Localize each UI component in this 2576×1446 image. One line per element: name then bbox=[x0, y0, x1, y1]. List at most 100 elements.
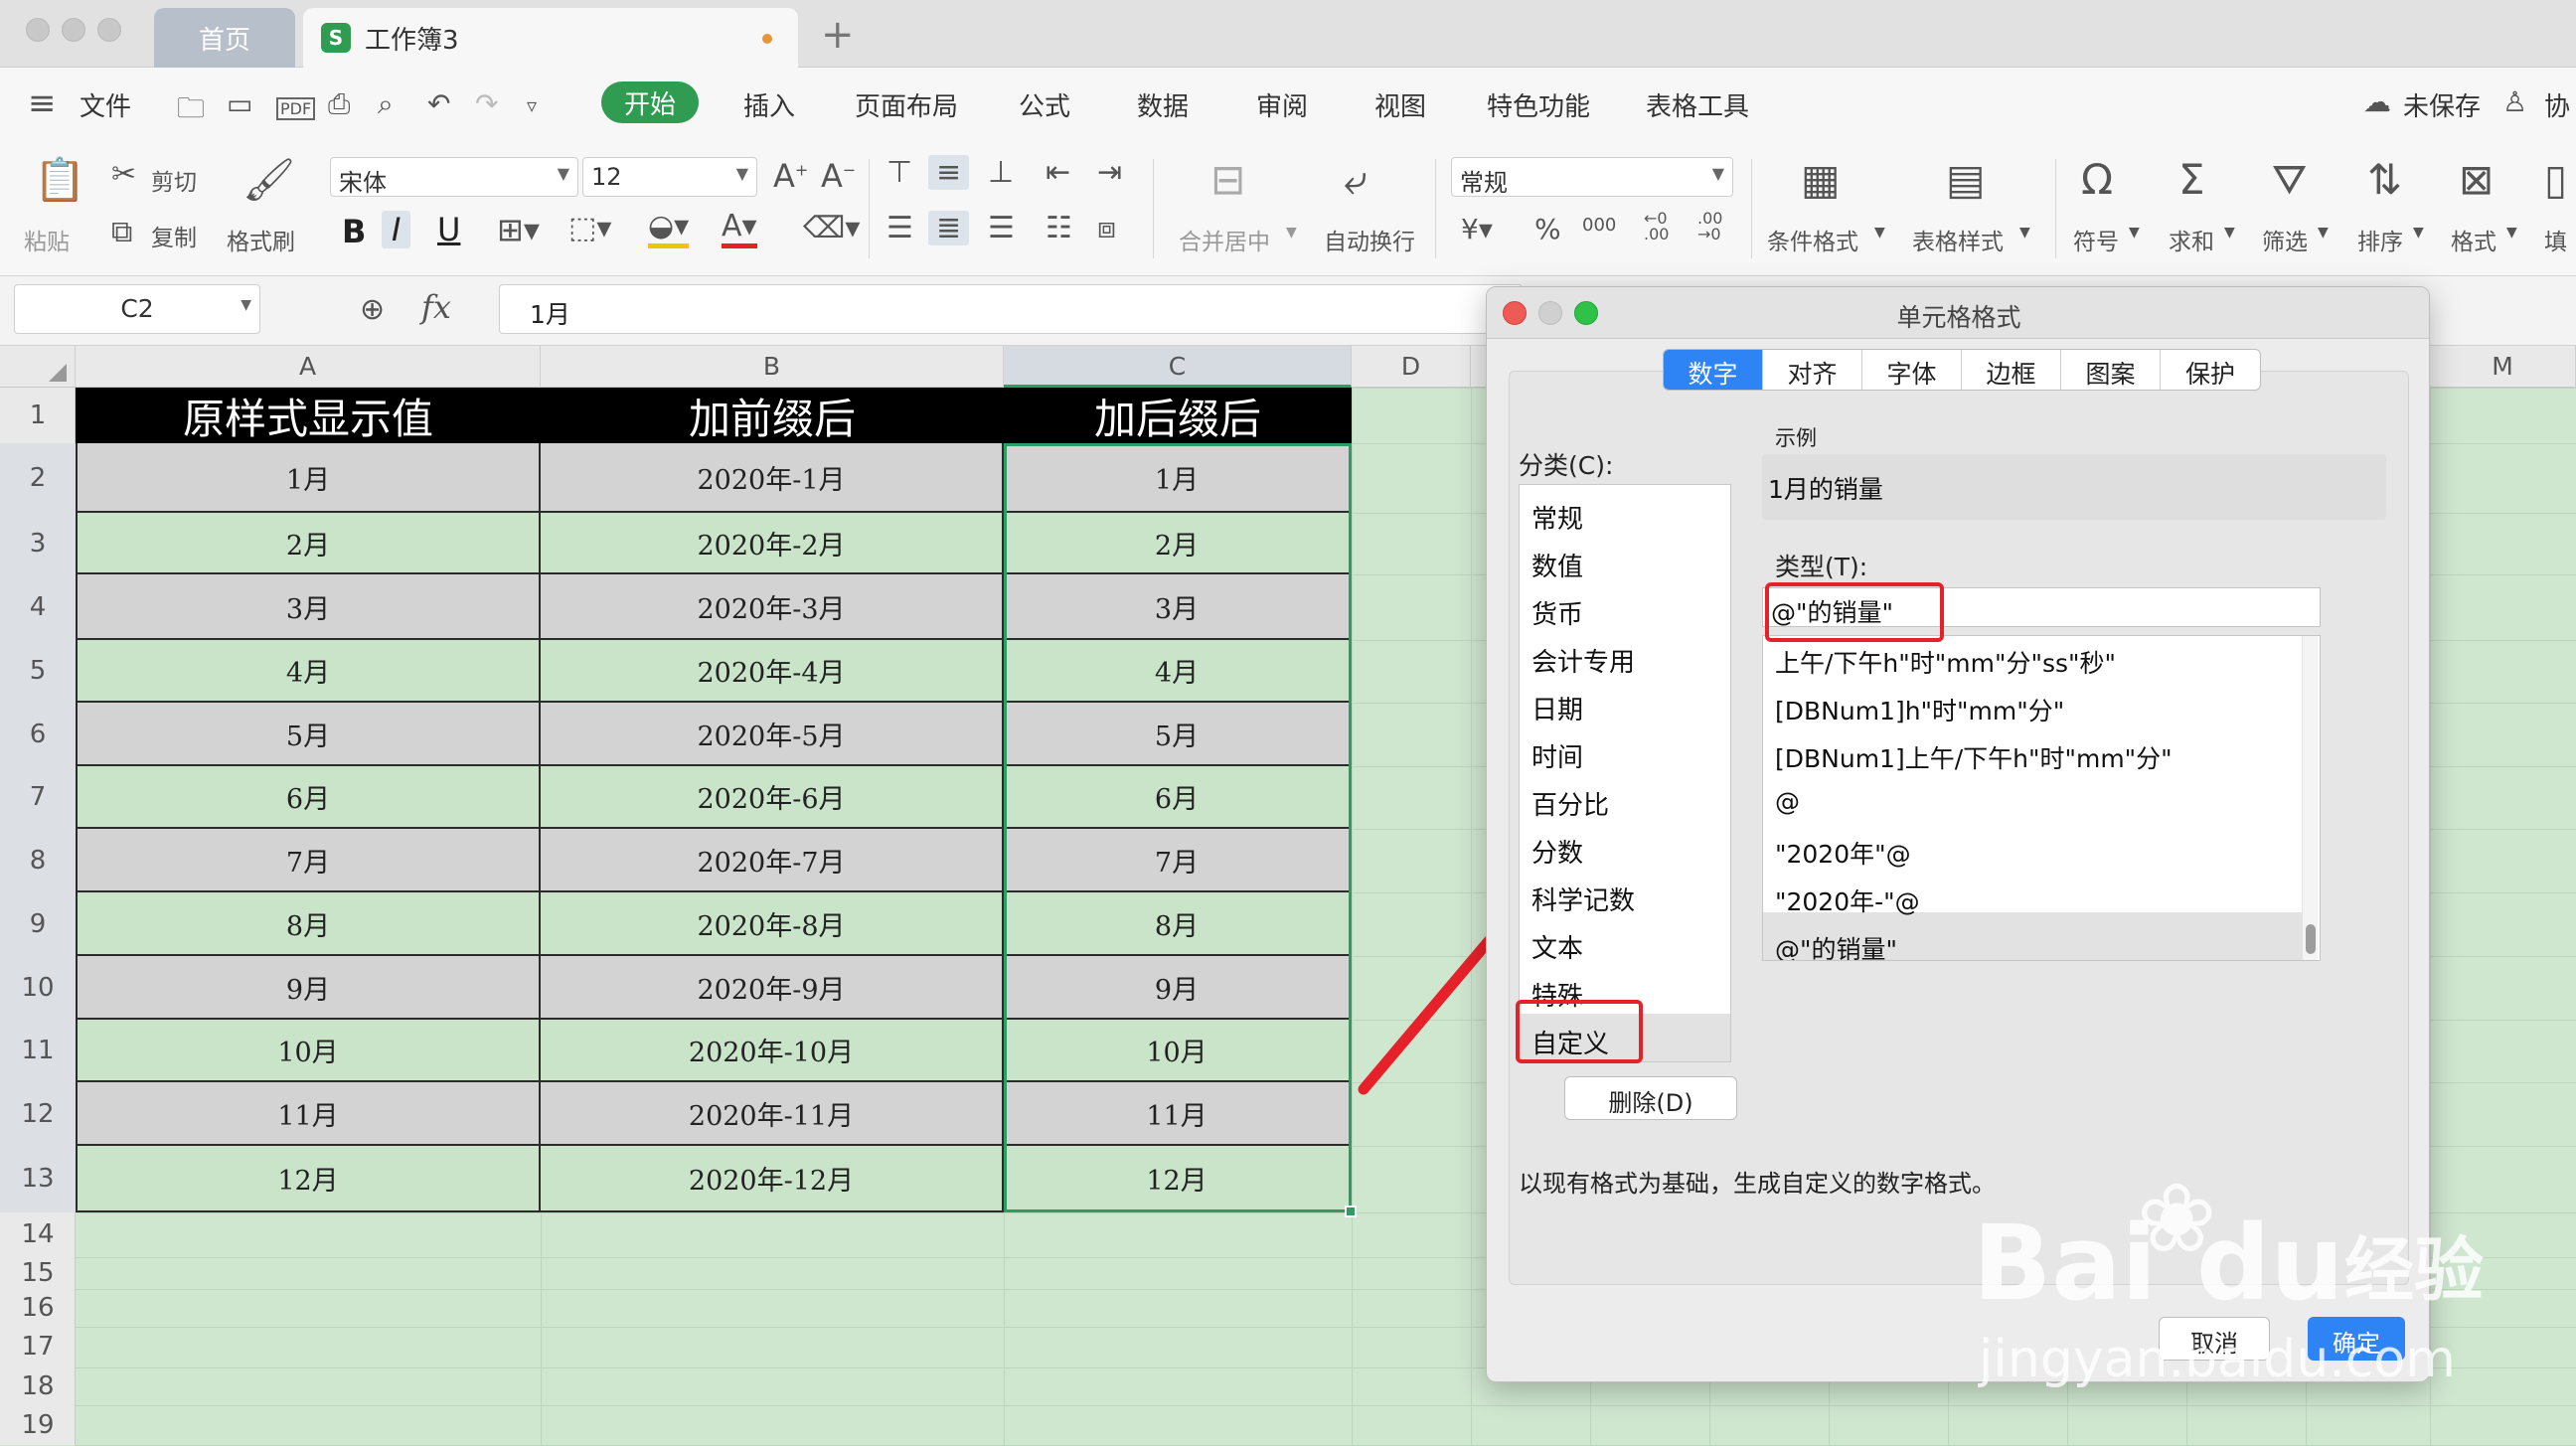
table-cell[interactable]: 4月 bbox=[1004, 640, 1352, 703]
fx-icon[interactable]: fx bbox=[421, 288, 451, 326]
dialog-tab-number[interactable]: 数字 bbox=[1664, 350, 1763, 390]
table-cell[interactable]: 6月 bbox=[1004, 766, 1352, 829]
table-cell[interactable]: 11月 bbox=[76, 1082, 541, 1146]
table-cell[interactable]: 2020年-6月 bbox=[541, 766, 1004, 829]
menu-formula[interactable]: 公式 bbox=[1019, 86, 1070, 123]
save-icon[interactable]: ▭ bbox=[227, 87, 252, 120]
tab-home[interactable]: 首页 bbox=[154, 8, 295, 68]
category-list[interactable]: 常规 数值 货币 会计专用 日期 时间 百分比 分数 科学记数 文本 特殊 自定义 bbox=[1519, 484, 1731, 1062]
table-cell[interactable]: 7月 bbox=[76, 829, 541, 892]
align-left-icon[interactable]: ☰ bbox=[886, 211, 913, 245]
new-tab-button[interactable]: + bbox=[821, 12, 855, 58]
column-header-m[interactable]: M bbox=[2430, 346, 2576, 388]
header-cell[interactable]: 加前缀后 bbox=[541, 388, 1004, 443]
borders-icon[interactable]: ⊞▾ bbox=[497, 211, 540, 248]
currency-icon[interactable]: ¥▾ bbox=[1461, 213, 1493, 245]
decrease-decimal-icon[interactable]: .00 →0 bbox=[1697, 211, 1722, 242]
format-code-item[interactable]: @"的销量" bbox=[1775, 930, 1897, 960]
sum-label[interactable]: 求和 bbox=[2169, 223, 2214, 256]
symbol-icon[interactable]: Ω bbox=[2081, 155, 2113, 204]
row-header[interactable]: 14 bbox=[0, 1212, 76, 1257]
chevron-down-icon[interactable]: ▼ bbox=[2224, 225, 2235, 241]
fill-icon[interactable]: ▯ bbox=[2544, 155, 2567, 204]
table-cell[interactable]: 2020年-1月 bbox=[541, 443, 1004, 513]
dialog-tab-protection[interactable]: 保护 bbox=[2161, 350, 2260, 390]
row-header[interactable]: 13 bbox=[0, 1146, 76, 1212]
conditional-format-icon[interactable]: ▦ bbox=[1801, 155, 1841, 204]
header-cell[interactable]: 加后缀后 bbox=[1004, 388, 1352, 443]
sum-icon[interactable]: Σ bbox=[2178, 155, 2205, 204]
menu-view[interactable]: 视图 bbox=[1374, 86, 1426, 123]
copy-icon[interactable]: ⧉ bbox=[111, 215, 132, 249]
format-painter-icon[interactable]: 🖌 bbox=[242, 155, 295, 205]
cut-icon[interactable]: ✂ bbox=[111, 157, 136, 192]
unsaved-status[interactable]: 未保存 bbox=[2403, 86, 2481, 123]
table-cell[interactable]: 2020年-5月 bbox=[541, 703, 1004, 766]
font-size-select[interactable]: 12 ▼ bbox=[582, 157, 757, 197]
align-bottom-icon[interactable]: ⊥ bbox=[988, 155, 1014, 190]
window-zoom-button[interactable] bbox=[97, 18, 121, 42]
paste-label[interactable]: 粘贴 bbox=[24, 223, 70, 256]
table-cell[interactable]: 12月 bbox=[76, 1146, 541, 1212]
chevron-down-icon[interactable]: ▼ bbox=[2413, 225, 2424, 241]
table-cell[interactable]: 2020年-3月 bbox=[541, 574, 1004, 640]
table-cell[interactable]: 10月 bbox=[76, 1020, 541, 1082]
hamburger-menu-icon[interactable]: ≡ bbox=[28, 83, 57, 123]
number-format-select[interactable]: 常规 ▼ bbox=[1451, 157, 1733, 197]
menu-table-tools[interactable]: 表格工具 bbox=[1646, 86, 1749, 123]
underline-button[interactable]: U bbox=[437, 211, 460, 248]
table-cell[interactable]: 3月 bbox=[76, 574, 541, 640]
table-cell[interactable]: 7月 bbox=[1004, 829, 1352, 892]
percent-icon[interactable]: % bbox=[1534, 213, 1561, 245]
menu-special-features[interactable]: 特色功能 bbox=[1487, 86, 1590, 123]
format-code-item[interactable]: @ bbox=[1775, 787, 1800, 816]
category-item[interactable]: 文本 bbox=[1531, 928, 1583, 965]
table-cell[interactable]: 2020年-7月 bbox=[541, 829, 1004, 892]
menu-insert[interactable]: 插入 bbox=[743, 86, 795, 123]
dialog-zoom-button[interactable] bbox=[1574, 301, 1598, 325]
window-close-button[interactable] bbox=[26, 18, 50, 42]
table-cell[interactable]: 9月 bbox=[1004, 956, 1352, 1020]
menu-page-layout[interactable]: 页面布局 bbox=[855, 86, 958, 123]
filter-icon[interactable]: ⛛ bbox=[2272, 155, 2307, 205]
increase-font-icon[interactable]: A+ bbox=[773, 157, 808, 195]
undo-icon[interactable]: ↶ bbox=[427, 87, 450, 120]
table-cell[interactable]: 2020年-4月 bbox=[541, 640, 1004, 703]
format-code-item[interactable]: "2020年"@ bbox=[1775, 835, 1911, 871]
zoom-icon[interactable]: ⊕ bbox=[360, 292, 385, 327]
format-icon[interactable]: ⊠ bbox=[2459, 155, 2494, 204]
dialog-tab-font[interactable]: 字体 bbox=[1862, 350, 1962, 390]
row-header[interactable]: 2 bbox=[0, 443, 76, 513]
font-color-icon[interactable]: A▾ bbox=[722, 209, 757, 248]
row-header[interactable]: 4 bbox=[0, 574, 76, 640]
table-cell[interactable]: 2月 bbox=[1004, 513, 1352, 574]
row-header[interactable]: 11 bbox=[0, 1020, 76, 1082]
row-header[interactable]: 8 bbox=[0, 829, 76, 892]
format-painter-label[interactable]: 格式刷 bbox=[227, 223, 295, 256]
chevron-down-icon[interactable]: ▼ bbox=[1286, 225, 1297, 241]
format-code-item[interactable]: [DBNum1]上午/下午h"时"mm"分" bbox=[1775, 739, 2173, 775]
table-cell[interactable]: 6月 bbox=[76, 766, 541, 829]
table-cell[interactable]: 2月 bbox=[76, 513, 541, 574]
category-item[interactable]: 常规 bbox=[1531, 499, 1583, 536]
table-style-icon[interactable]: ▤ bbox=[1946, 155, 1986, 204]
row-header[interactable]: 3 bbox=[0, 513, 76, 574]
menu-file[interactable]: 文件 bbox=[80, 86, 131, 123]
thousands-separator-icon[interactable]: 000 bbox=[1582, 215, 1616, 236]
align-middle-icon[interactable]: ≡ bbox=[928, 155, 970, 190]
row-header[interactable]: 9 bbox=[0, 892, 76, 956]
redo-icon[interactable]: ↷ bbox=[475, 87, 498, 120]
fill-label[interactable]: 填 bbox=[2544, 223, 2567, 256]
chevron-down-icon[interactable]: ▼ bbox=[2506, 225, 2517, 241]
clear-format-icon[interactable]: ⌫▾ bbox=[803, 211, 860, 245]
decrease-indent-icon[interactable]: ⇤ bbox=[1046, 155, 1070, 190]
chevron-down-icon[interactable]: ▼ bbox=[2019, 225, 2030, 241]
table-cell[interactable]: 2020年-2月 bbox=[541, 513, 1004, 574]
table-cell[interactable]: 11月 bbox=[1004, 1082, 1352, 1146]
column-header-a[interactable]: A bbox=[76, 346, 541, 388]
increase-indent-icon[interactable]: ⇥ bbox=[1097, 155, 1122, 190]
row-header[interactable]: 5 bbox=[0, 640, 76, 703]
pdf-export-icon[interactable]: PDF bbox=[276, 97, 316, 120]
tab-workbook[interactable]: S 工作簿3 bbox=[303, 8, 798, 68]
scrollbar-thumb[interactable] bbox=[2306, 924, 2316, 954]
